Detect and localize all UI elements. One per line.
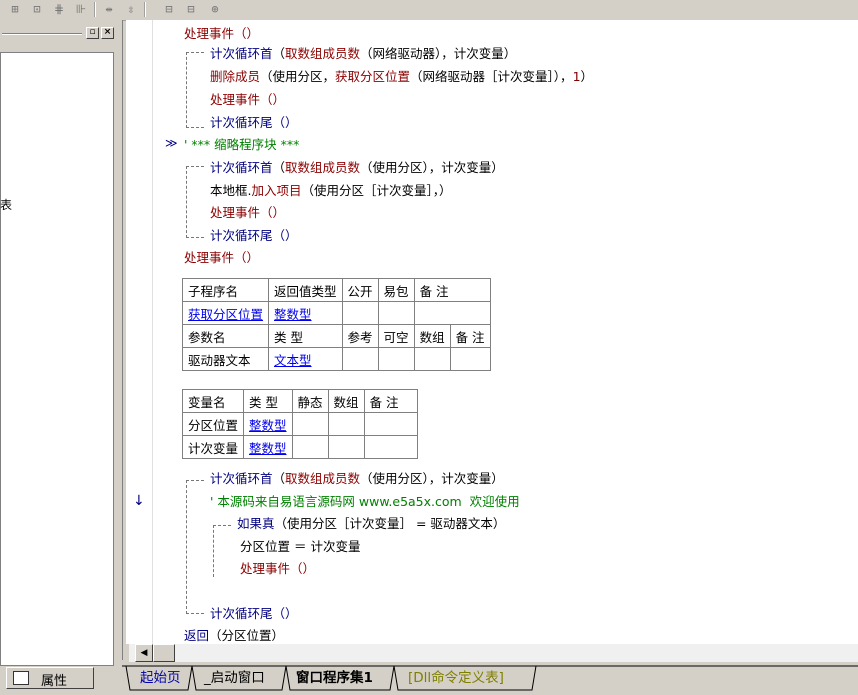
scroll-left-icon[interactable]: ◀ (135, 644, 153, 662)
horizontal-scrollbar[interactable]: ◀ (129, 644, 858, 662)
code-line[interactable]: 处理事件（） (210, 205, 285, 221)
code-comment[interactable]: ' 本源码来自易语言源码网 www.e5a5x.com 欢迎使用 (210, 494, 520, 510)
properties-label: 属性 (41, 674, 68, 689)
code-line[interactable]: 分区位置 ＝ 计次变量 (240, 539, 360, 555)
variable-table: 变量名 类 型 静态 数组 备 注 分区位置 整数型 计次变量 整数型 (181, 389, 418, 459)
split-grid-icon[interactable]: ⊞ (6, 1, 24, 17)
close-icon[interactable]: × (101, 27, 114, 39)
v-size-icon[interactable]: ⊟ (182, 1, 200, 17)
collapsed-block-marker[interactable]: ≫ (165, 136, 178, 150)
h-align-icon[interactable]: ⇹ (100, 1, 118, 17)
frame-icon[interactable]: ⊪ (72, 1, 90, 17)
if-bracket[interactable] (213, 525, 214, 577)
table-header-row: 变量名 类 型 静态 数组 备 注 (181, 389, 418, 413)
panel-partial-text: 表 (0, 198, 13, 212)
tab-start-page[interactable]: 起始页 (136, 668, 185, 688)
tab-window-program-set[interactable]: 窗口程序集1 (292, 668, 377, 688)
tab-dll-definitions[interactable]: [Dll命令定义表] (404, 668, 508, 688)
code-comment[interactable]: ' *** 缩略程序块 *** (184, 137, 299, 153)
execution-arrow-icon: ↓ (133, 493, 145, 509)
loop-bracket[interactable] (186, 52, 187, 128)
panel-titlebar: ▫ × (0, 26, 118, 40)
table-row[interactable]: 分区位置 整数型 (181, 412, 418, 436)
subroutine-table: 子程序名 返回值类型 公开 易包 备 注 获取分区位置 整数型 参数名 类 型 … (181, 278, 491, 371)
loop-bracket[interactable] (186, 166, 187, 238)
toolbar: ⊞ ⊡ ⋕ ⊪ ⇹ ⇳ ⊟ ⊟ ⊕ (0, 0, 858, 21)
tab-startup-window[interactable]: _启动窗口 (200, 668, 269, 688)
code-line[interactable]: 返回（分区位置） (184, 628, 284, 644)
center-icon[interactable]: ⊕ (206, 1, 224, 17)
code-line[interactable]: 计次循环尾（） (210, 606, 298, 622)
table-row[interactable]: 驱动器文本 文本型 (181, 347, 491, 371)
table-row[interactable]: 获取分区位置 整数型 (181, 301, 491, 325)
code-line[interactable]: 计次循环首（取数组成员数（使用分区），计次变量） (210, 471, 504, 487)
code-line[interactable]: 处理事件（） (210, 92, 285, 108)
code-line[interactable]: 处理事件（） (184, 26, 259, 42)
editor-gutter (126, 20, 153, 644)
code-line[interactable]: 计次循环尾（） (210, 115, 298, 131)
table-icon[interactable]: ⊡ (28, 1, 46, 17)
code-line[interactable]: 本地框.加入项目（使用分区［计次变量］，） (210, 183, 452, 199)
panel-content (0, 52, 114, 666)
code-line[interactable]: 计次循环首（取数组成员数（使用分区），计次变量） (210, 160, 504, 176)
code-line[interactable]: 如果真（使用分区［计次变量］ = 驱动器文本） (237, 516, 505, 532)
properties-button[interactable]: 属性 (6, 667, 94, 689)
table-row[interactable]: 计次变量 整数型 (181, 435, 418, 459)
tab-bar: 起始页 _启动窗口 窗口程序集1 [Dll命令定义表] (122, 662, 858, 695)
code-line[interactable]: 处理事件（） (240, 561, 315, 577)
table-header-row: 子程序名 返回值类型 公开 易包 备 注 (181, 278, 491, 302)
v-align-icon[interactable]: ⇳ (122, 1, 140, 17)
code-line[interactable]: 删除成员（使用分区，获取分区位置（网络驱动器［计次变量］），1） (210, 69, 593, 85)
table-header-row: 参数名 类 型 参考 可空 数组 备 注 (181, 324, 491, 348)
code-line[interactable]: 处理事件（） (184, 250, 259, 266)
column-icon[interactable]: ⋕ (50, 1, 68, 17)
code-line[interactable]: 计次循环首（取数组成员数（网络驱动器），计次变量） (210, 46, 516, 62)
restore-icon[interactable]: ▫ (86, 27, 99, 39)
loop-bracket[interactable] (186, 480, 187, 614)
properties-icon (13, 671, 29, 685)
left-panel: ▫ × 表 (0, 20, 123, 666)
scroll-thumb[interactable] (153, 644, 175, 662)
h-size-icon[interactable]: ⊟ (160, 1, 178, 17)
code-line[interactable]: 计次循环尾（） (210, 228, 298, 244)
